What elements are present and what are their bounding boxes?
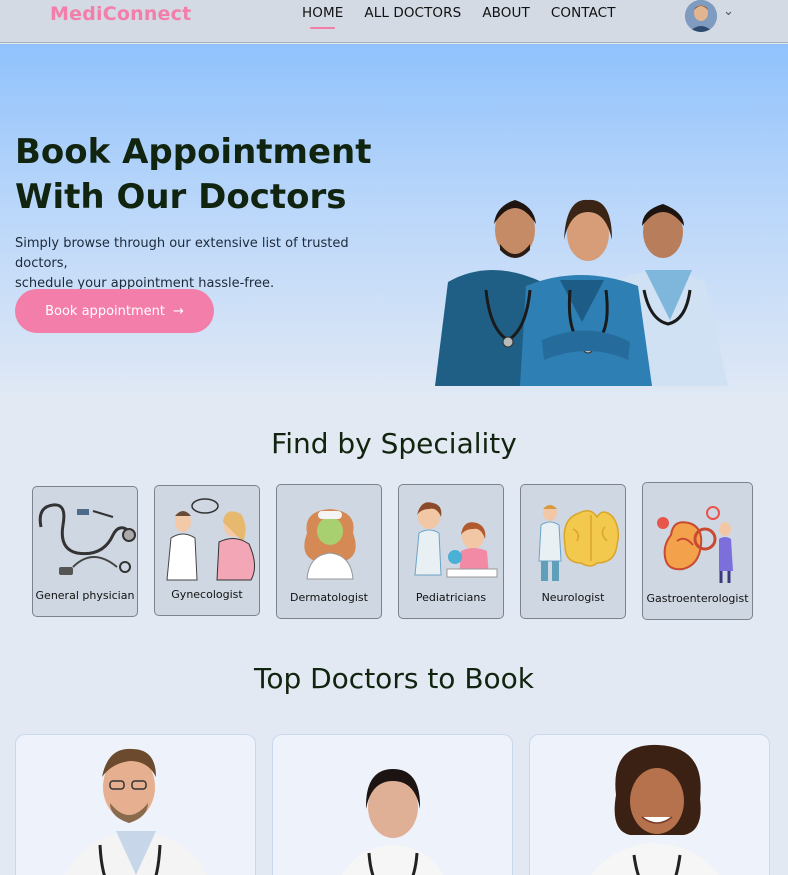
nav-link-home[interactable]: HOME (302, 5, 343, 29)
nav-link-all-doctors[interactable]: ALL DOCTORS (364, 5, 461, 21)
pediatrician-icon (414, 502, 498, 578)
speciality-title: Find by Speciality (271, 427, 517, 460)
doctor-photo (64, 748, 208, 875)
gynecologist-icon (166, 498, 255, 581)
nav-link-about[interactable]: ABOUT (482, 5, 530, 21)
doctor-card[interactable] (15, 734, 256, 875)
speciality-card-general-physician[interactable]: General physician (32, 486, 138, 617)
hero-subtitle: Simply browse through our extensive list… (15, 236, 349, 291)
speciality-card-gynecologist[interactable]: Gynecologist (154, 485, 260, 616)
hero-title: Book Appointment With Our Doctors (15, 132, 372, 217)
speciality-label: Gastroenterologist (646, 592, 749, 605)
stomach-icon (657, 506, 733, 583)
speciality-label: Neurologist (541, 591, 605, 604)
speciality-label: Pediatricians (415, 591, 487, 604)
speciality-label: Gynecologist (171, 588, 243, 601)
top-doctors-title: Top Doctors to Book (253, 662, 535, 695)
speciality-label: General physician (35, 589, 135, 602)
doctor-photo (591, 744, 719, 875)
speciality-card-dermatologist[interactable]: Dermatologist (276, 484, 382, 619)
user-avatar[interactable] (685, 0, 717, 32)
book-appointment-button[interactable]: Book appointment → (15, 289, 214, 333)
doctor-card[interactable] (529, 734, 770, 875)
hero-doctors-image (435, 199, 728, 386)
speciality-card-gastroenterologist[interactable]: Gastroenterologist (642, 482, 753, 620)
book-appointment-label: Book appointment (45, 303, 165, 319)
speciality-card-neurologist[interactable]: Neurologist (520, 484, 626, 619)
dermatologist-icon (304, 509, 356, 580)
nav-links: HOME ALL DOCTORS ABOUT CONTACT (302, 5, 637, 29)
speciality-label: Dermatologist (290, 591, 368, 604)
doctor-card[interactable] (272, 734, 513, 875)
speciality-card-pediatricians[interactable]: Pediatricians (398, 484, 504, 619)
nav-link-contact[interactable]: CONTACT (551, 5, 616, 21)
chevron-down-icon[interactable]: ⌄ (723, 4, 734, 19)
arrow-right-icon: → (172, 303, 184, 319)
doctor-photo (342, 769, 444, 875)
brain-icon (538, 505, 620, 581)
stethoscope-icon (38, 503, 136, 575)
brand-logo[interactable]: MediConnect (50, 3, 191, 25)
navbar: MediConnect HOME ALL DOCTORS ABOUT CONTA… (0, 0, 788, 43)
